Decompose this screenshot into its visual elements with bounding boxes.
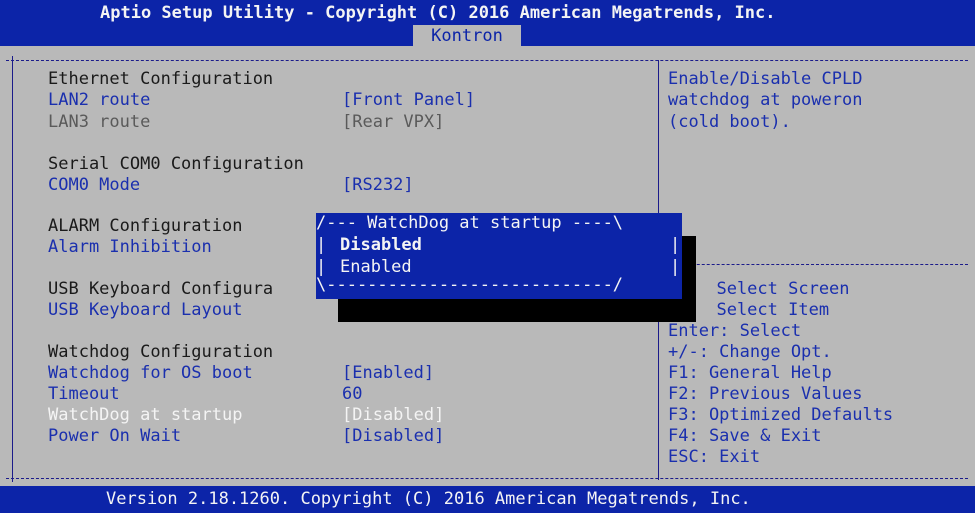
help-key-change-opt: +/-: Change Opt. xyxy=(668,342,832,362)
watchdog-startup-value[interactable]: [Disabled] xyxy=(342,405,444,427)
help-text-line-1: Enable/Disable CPLD xyxy=(668,69,863,89)
popup-option-disabled[interactable]: Disabled xyxy=(340,235,422,257)
frame-top-border xyxy=(6,60,968,61)
lan3-route-value: [Rear VPX] xyxy=(342,112,445,132)
app-title: Aptio Setup Utility - Copyright (C) 2016… xyxy=(100,3,776,23)
help-key-enter: Enter: Select xyxy=(668,321,802,341)
timeout-value[interactable]: 60 xyxy=(342,384,362,406)
timeout-item[interactable]: Timeout xyxy=(48,384,120,406)
help-key-f1: F1: General Help xyxy=(668,363,832,383)
tab-kontron[interactable]: Kontron xyxy=(413,25,521,47)
lan2-route-item[interactable]: LAN2 route xyxy=(48,90,150,112)
serial-config-header: Serial COM0 Configuration xyxy=(48,154,304,174)
com0-mode-value[interactable]: [RS232] xyxy=(342,175,414,197)
com0-mode-item[interactable]: COM0 Mode xyxy=(48,175,140,197)
alarm-config-header: ALARM Configuration xyxy=(48,216,243,236)
help-key-f4: F4: Save & Exit xyxy=(668,426,822,446)
popup-right-edge: | xyxy=(670,235,681,255)
lan2-route-value[interactable]: [Front Panel] xyxy=(342,90,475,112)
help-text-line-3: (cold boot). xyxy=(668,112,791,132)
usb-keyboard-config-header: USB Keyboard Configura xyxy=(48,279,274,299)
watchdog-startup-item[interactable]: WatchDog at startup xyxy=(48,405,242,427)
watchdog-config-header: Watchdog Configuration xyxy=(48,342,274,362)
alarm-inhibition-item[interactable]: Alarm Inhibition xyxy=(48,237,212,259)
lan3-route-item: LAN3 route xyxy=(48,112,151,132)
power-on-wait-value[interactable]: [Disabled] xyxy=(342,426,444,448)
usb-keyboard-layout-item[interactable]: USB Keyboard Layout xyxy=(48,300,242,322)
power-on-wait-item[interactable]: Power On Wait xyxy=(48,426,181,448)
frame-bottom-border xyxy=(6,478,968,479)
help-key-f3: F3: Optimized Defaults xyxy=(668,405,894,425)
popup-right-edge-2: | xyxy=(670,257,681,277)
help-key-select-screen: Select Screen xyxy=(696,279,850,299)
help-key-esc: ESC: Exit xyxy=(668,447,761,467)
watchdog-os-boot-item[interactable]: Watchdog for OS boot xyxy=(48,363,253,385)
watchdog-startup-popup[interactable]: /--- WatchDog at startup ----\ | | | | D… xyxy=(316,213,682,299)
footer-version-text: Version 2.18.1260. Copyright (C) 2016 Am… xyxy=(106,489,751,509)
help-separator xyxy=(662,264,968,265)
frame-left-border xyxy=(12,56,13,482)
help-key-select-item: Select Item xyxy=(696,300,830,320)
help-key-f2: F2: Previous Values xyxy=(668,384,863,404)
footer-bar: Version 2.18.1260. Copyright (C) 2016 Am… xyxy=(0,486,975,513)
watchdog-os-boot-value[interactable]: [Enabled] xyxy=(342,363,434,385)
popup-title: /--- WatchDog at startup ----\ xyxy=(316,213,624,233)
popup-left-edge: | xyxy=(316,235,327,255)
help-text-line-2: watchdog at poweron xyxy=(668,90,863,110)
ethernet-config-header: Ethernet Configuration xyxy=(48,69,274,89)
popup-bottom-border: \----------------------------/ xyxy=(316,275,624,295)
